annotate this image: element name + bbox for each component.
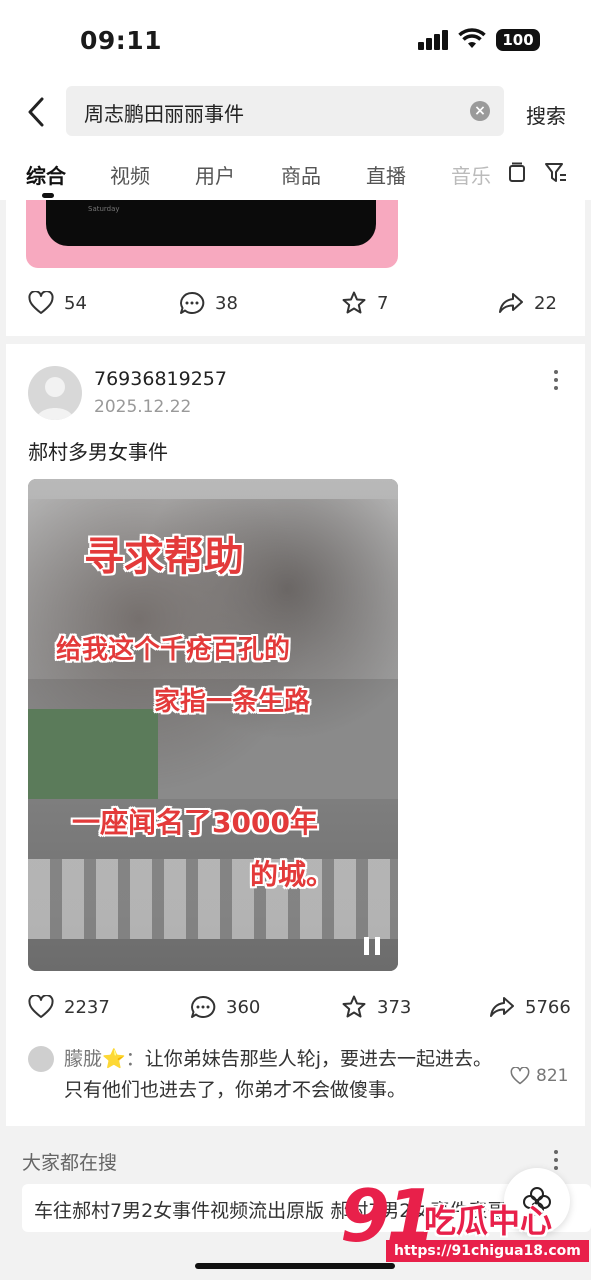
comment-button[interactable]: 360 (190, 992, 260, 1022)
search-header: 周志鹏田丽丽事件 × 搜索 (0, 80, 591, 144)
star-icon (342, 291, 366, 314)
collapse-panel-icon[interactable] (506, 162, 528, 184)
post-actions: 54 38 7 22 (6, 288, 585, 318)
battery-indicator: 100 (496, 29, 540, 51)
wifi-icon (458, 28, 486, 48)
watermark-logo: 91 吃瓜中心 https://91chigua18.com (340, 1174, 591, 1266)
post-actions: 2237 360 373 5766 (6, 992, 585, 1022)
tab-music[interactable]: 音乐 (451, 160, 495, 189)
like-count: 54 (64, 292, 87, 314)
tab-products[interactable]: 商品 (281, 160, 321, 189)
search-input[interactable]: 周志鹏田丽丽事件 × (66, 86, 504, 136)
back-arrow-icon[interactable] (22, 94, 52, 130)
comment-button[interactable]: 38 (179, 288, 238, 318)
search-button[interactable]: 搜索 (526, 100, 566, 129)
video-overlay-text: 一座闻名了3000年 (72, 806, 318, 839)
image-phone-screen: Saturday (46, 200, 376, 246)
favorite-button[interactable]: 373 (341, 992, 411, 1022)
post-image[interactable]: Saturday (26, 200, 398, 268)
comment-count: 360 (226, 996, 261, 1018)
heart-icon (28, 995, 54, 1018)
comment-body: 朦胧⭐️：让你弟妹告那些人轮j，要进去一起进去。只有他们也进去了，你弟才不会做傻… (64, 1044, 504, 1106)
comment-author[interactable]: 朦胧⭐️ (64, 1048, 126, 1070)
more-dots-icon[interactable] (554, 1150, 560, 1174)
video-railing (28, 859, 398, 939)
share-count: 22 (534, 292, 557, 314)
pause-icon[interactable] (364, 937, 382, 955)
comment-count: 38 (215, 292, 238, 314)
share-arrow-icon (490, 997, 514, 1017)
video-thumbnail[interactable]: 寻求帮助 给我这个千疮百孔的 家指一条生路 一座闻名了3000年 的城。 (28, 479, 398, 971)
image-caption: Saturday (88, 205, 120, 213)
post-card-previous[interactable]: Saturday 54 38 7 22 (6, 200, 585, 336)
tab-comprehensive[interactable]: 综合 (26, 160, 66, 189)
video-overlay-text: 家指一条生路 (154, 687, 311, 717)
avatar[interactable] (28, 366, 82, 420)
tab-bar: 综合 视频 用户 商品 直播 音乐 (0, 144, 591, 200)
share-button[interactable]: 22 (498, 288, 557, 318)
video-overlay-text: 给我这个千疮百孔的 (56, 635, 291, 665)
status-bar: 09:11 100 (0, 0, 591, 80)
comment-bubble-icon (180, 291, 205, 314)
post-card[interactable]: 76936819257 2025.12.22 郝村多男女事件 寻求帮助 给我这个… (6, 344, 585, 1126)
comment-bubble-icon (191, 995, 216, 1018)
status-time: 09:11 (80, 26, 163, 55)
hot-searches-title: 大家都在搜 (22, 1152, 118, 1174)
like-button[interactable]: 54 (28, 288, 87, 318)
like-button[interactable]: 2237 (28, 992, 110, 1022)
tab-videos[interactable]: 视频 (110, 160, 150, 189)
tab-live[interactable]: 直播 (366, 160, 406, 189)
share-count: 5766 (525, 996, 571, 1018)
favorite-button[interactable]: 7 (341, 288, 388, 318)
comment-like-count: 821 (536, 1066, 569, 1086)
favorite-count: 373 (377, 996, 412, 1018)
tab-users[interactable]: 用户 (195, 160, 235, 189)
top-comment[interactable]: 朦胧⭐️：让你弟妹告那些人轮j，要进去一起进去。只有他们也进去了，你弟才不会做傻… (28, 1044, 588, 1114)
default-avatar-icon (36, 377, 74, 420)
post-title[interactable]: 郝村多男女事件 (28, 436, 168, 465)
comment-like-button[interactable]: 821 (510, 1066, 568, 1086)
search-query: 周志鹏田丽丽事件 (84, 102, 244, 126)
watermark-url: https://91chigua18.com (386, 1240, 589, 1262)
filter-icon[interactable] (544, 162, 568, 184)
cellular-signal-icon (418, 30, 448, 50)
video-overlay-text: 寻求帮助 (84, 534, 244, 580)
like-count: 2237 (64, 996, 110, 1018)
heart-icon (510, 1067, 530, 1085)
favorite-count: 7 (377, 292, 389, 314)
more-dots-icon[interactable] (554, 370, 560, 394)
post-username[interactable]: 76936819257 (94, 368, 227, 390)
home-indicator (195, 1263, 395, 1269)
active-tab-indicator (42, 193, 54, 198)
comment-avatar[interactable] (28, 1046, 54, 1072)
watermark-name: 吃瓜中心 (424, 1202, 553, 1240)
share-arrow-icon (499, 293, 523, 313)
star-icon (342, 995, 366, 1018)
comment-separator: ： (125, 1048, 145, 1070)
share-button[interactable]: 5766 (489, 992, 571, 1022)
heart-icon (28, 291, 54, 314)
video-overlay-text: 的城。 (250, 858, 335, 891)
clear-icon[interactable]: × (470, 101, 490, 121)
post-date: 2025.12.22 (94, 397, 192, 417)
